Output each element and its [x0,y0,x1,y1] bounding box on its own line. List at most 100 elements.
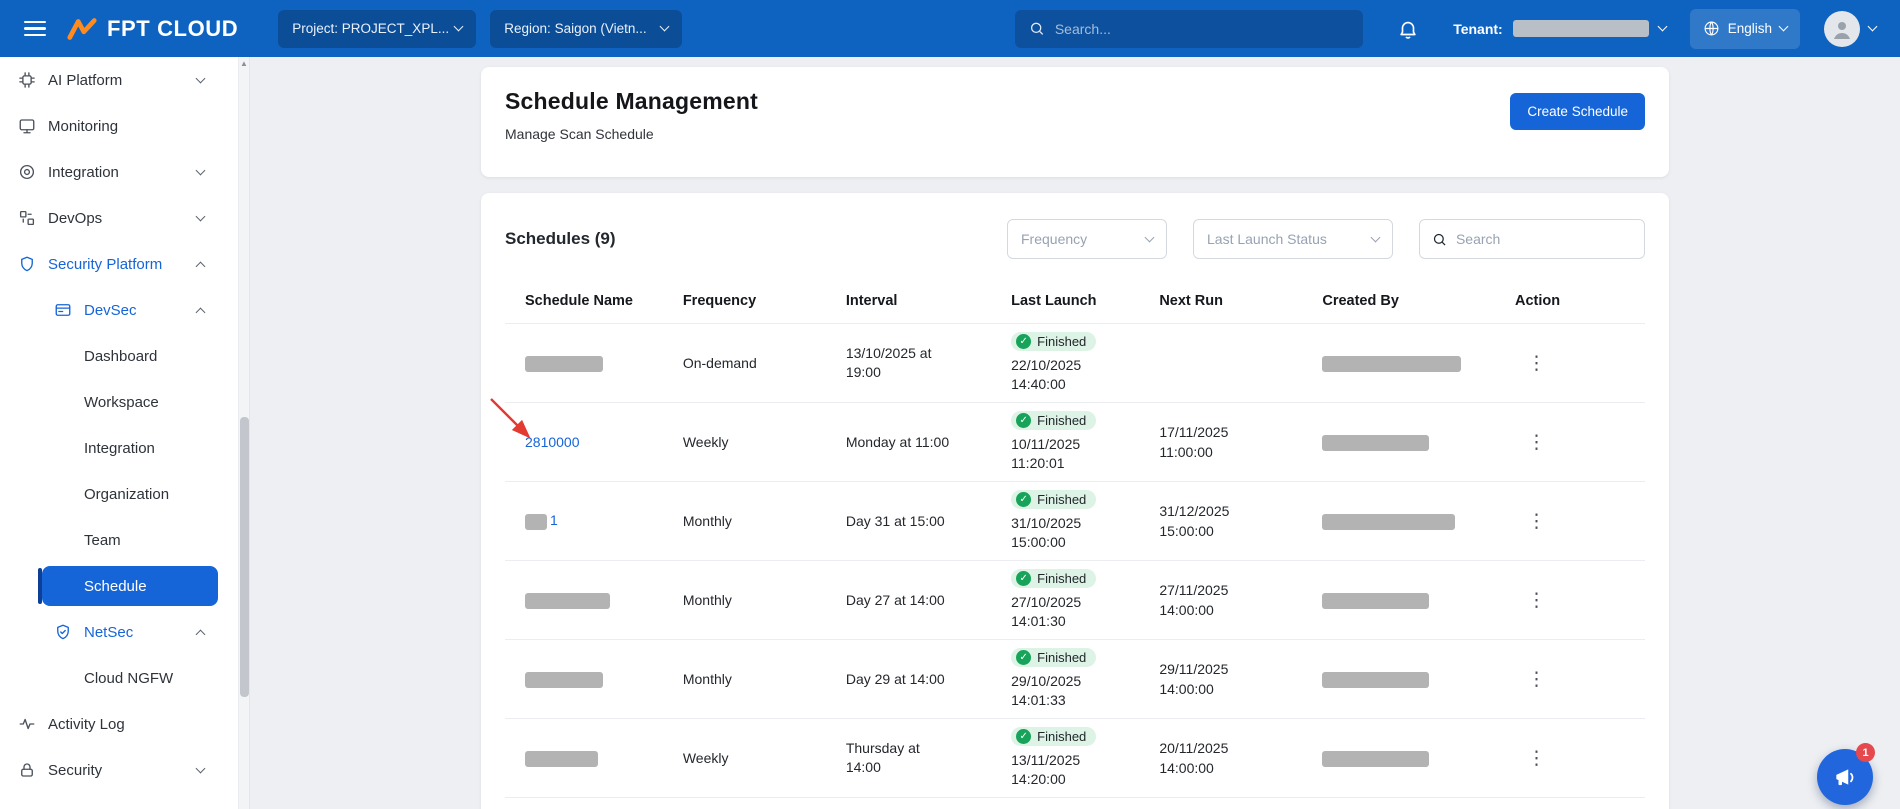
sidebar-item-label: Activity Log [48,716,125,733]
last-launch-cell: ✓Finished10/11/202511:20:01 [1011,411,1159,473]
region-selector[interactable]: Region: Saigon (Vietn... [490,10,682,48]
integration-icon [17,162,37,182]
last-launch-time: 14:01:33 [1011,691,1066,710]
chevron-down-icon [196,73,206,83]
interval-cell: Thursday at 14:00 [846,739,1011,777]
sidebar-item-devops[interactable]: DevOps [0,195,238,241]
interval-cell: Day 29 at 14:00 [846,670,1011,689]
row-actions-button[interactable]: ⋮ [1517,429,1556,455]
column-header-frequency: Frequency [683,293,846,309]
column-header-created-by: Created By [1322,293,1515,309]
row-actions-button[interactable]: ⋮ [1517,745,1556,771]
next-run-time: 14:00:00 [1159,600,1322,620]
create-schedule-button[interactable]: Create Schedule [1510,93,1645,130]
created-by-cell [1322,354,1515,371]
sidebar-item-security-platform[interactable]: Security Platform [0,241,238,287]
redacted-created-by [1322,593,1429,609]
sidebar-scrollbar[interactable]: ▲ [238,57,249,809]
action-cell: ⋮ [1515,508,1645,534]
sidebar-item-workspace[interactable]: Workspace [0,379,238,425]
last-launch-date: 31/10/2025 [1011,514,1081,533]
row-actions-button[interactable]: ⋮ [1517,587,1556,613]
table-row: MonthlyDay 29 at 14:00✓Finished29/10/202… [505,639,1645,718]
last-launch-date: 10/11/2025 [1011,435,1080,454]
next-run-cell: 31/12/202515:00:00 [1159,501,1322,542]
schedules-card: Schedules (9) Frequency Last Launch Stat… [481,193,1669,809]
frequency-cell: Monthly [683,592,846,608]
last-launch-time: 11:20:01 [1011,454,1064,473]
sidebar-item-devsec[interactable]: DevSec [0,287,238,333]
last-launch-status-filter[interactable]: Last Launch Status [1193,219,1393,259]
sidebar-item-ai-platform[interactable]: AI Platform [0,57,238,103]
sidebar-item-organization[interactable]: Organization [0,471,238,517]
notification-badge: 1 [1856,743,1875,762]
user-menu[interactable] [1824,11,1876,47]
sidebar-item-monitoring[interactable]: Monitoring [0,103,238,149]
sidebar-item-team[interactable]: Team [0,517,238,563]
next-run-date: 17/11/2025 [1159,422,1322,442]
fpt-logo[interactable]: FPT CLOUD [66,16,238,42]
bell-icon [1397,18,1419,40]
redacted-created-by [1322,672,1429,688]
global-search-input[interactable] [1055,21,1349,37]
frequency-cell: Monthly [683,671,846,687]
interval-cell: Monday at 11:00 [846,433,1011,452]
notifications-button[interactable] [1397,18,1419,40]
devops-icon [17,208,37,228]
row-actions-button[interactable]: ⋮ [1517,666,1556,692]
schedule-name-link[interactable]: 1 [550,512,558,528]
sidebar-item-label: DevSec [84,302,137,319]
created-by-cell [1322,670,1515,687]
last-launch-cell: ✓Finished22/10/202514:40:00 [1011,332,1159,394]
check-circle-icon: ✓ [1016,729,1031,744]
action-cell: ⋮ [1515,350,1645,376]
row-actions-button[interactable]: ⋮ [1517,508,1556,534]
chevron-down-icon [1657,22,1667,32]
sidebar-item-label: Integration [84,440,155,457]
netsec-icon [53,622,73,642]
sidebar-item-schedule[interactable]: Schedule [42,566,218,606]
menu-icon[interactable] [24,21,46,36]
check-circle-icon: ✓ [1016,334,1031,349]
announcements-button[interactable]: 1 [1817,749,1873,805]
sidebar-item-dashboard[interactable]: Dashboard [0,333,238,379]
next-run-date: 20/11/2025 [1159,738,1322,758]
scrollbar-up-icon[interactable]: ▲ [239,60,249,68]
status-text: Finished [1037,650,1086,665]
sidebar-item-label: Dashboard [84,348,157,365]
security-platform-icon [17,254,37,274]
logo-text: FPT CLOUD [107,16,238,42]
frequency-filter[interactable]: Frequency [1007,219,1167,259]
sidebar-item-netsec[interactable]: NetSec [0,609,238,655]
language-selector[interactable]: English [1690,9,1800,49]
schedule-name-cell [505,670,683,687]
last-launch-time: 14:20:00 [1011,770,1066,789]
next-run-cell: 20/11/202514:00:00 [1159,738,1322,779]
sidebar-item-activity-log[interactable]: Activity Log [0,701,238,747]
sidebar-item-label: Cloud NGFW [84,670,173,687]
created-by-cell [1322,749,1515,766]
sidebar-item-security[interactable]: Security [0,747,238,793]
next-run-date: 31/12/2025 [1159,501,1322,521]
table-search-input[interactable] [1456,231,1632,247]
tenant-selector[interactable]: Tenant: [1453,20,1666,37]
action-cell: ⋮ [1515,666,1645,692]
row-actions-button[interactable]: ⋮ [1517,350,1556,376]
avatar [1824,11,1860,47]
sidebar-item-integration[interactable]: Integration [0,425,238,471]
sidebar-item-to[interactable]: To [0,793,238,809]
sidebar-item-integration[interactable]: Integration [0,149,238,195]
sidebar-item-cloud-ngfw[interactable]: Cloud NGFW [0,655,238,701]
sidebar-item-label: NetSec [84,624,133,641]
last-launch-date: 13/11/2025 [1011,751,1080,770]
project-selector[interactable]: Project: PROJECT_XPL... [278,10,476,48]
status-text: Finished [1037,492,1086,507]
next-run-date: 29/11/2025 [1159,659,1322,679]
schedule-table-header: Schedule NameFrequencyIntervalLast Launc… [505,283,1645,323]
scrollbar-thumb[interactable] [240,417,249,697]
next-run-date: 27/11/2025 [1159,580,1322,600]
sidebar-item-label: DevOps [48,210,102,227]
chevron-down-icon [454,22,464,32]
project-selector-label: Project: PROJECT_XPL... [292,21,449,36]
schedule-name-link[interactable]: 2810000 [525,434,580,450]
